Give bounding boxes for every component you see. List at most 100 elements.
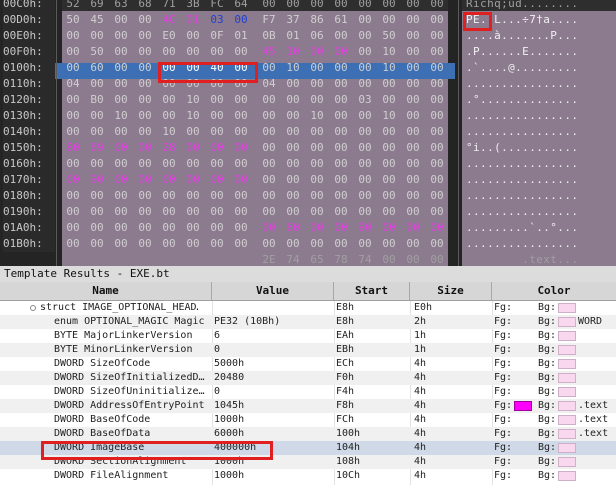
hex-byte[interactable]: 00 — [260, 156, 278, 172]
hex-byte[interactable]: 4C — [160, 12, 178, 28]
hex-byte[interactable]: 00 — [428, 44, 446, 60]
hex-byte[interactable]: 00 — [208, 140, 226, 156]
hex-byte[interactable]: 00 — [260, 172, 278, 188]
hex-byte[interactable]: 00 — [404, 28, 422, 44]
hex-row[interactable]: 00C0h: 52 69 63 68 71 3B FC 64 00 00 00 00 00 00 00 00 Ri… — [0, 0, 616, 12]
hex-row[interactable]: 01A0h: 00 00 00 00 00 00 00 00 00 60 00 00 B0 00 00 00..… — [0, 220, 616, 236]
hex-byte[interactable]: 2E — [260, 252, 278, 266]
hex-row[interactable]: 0190h: 00 00 00 00 00 00 00 00 00 00 00 00 00 00 00 00..… — [0, 204, 616, 220]
hex-byte[interactable]: 00 — [64, 188, 82, 204]
hex-byte[interactable]: 61 — [332, 12, 350, 28]
hex-byte[interactable]: 63 — [112, 0, 130, 12]
hex-byte[interactable]: 00 — [88, 188, 106, 204]
hex-byte[interactable]: 00 — [284, 76, 302, 92]
hex-byte[interactable]: 00 — [428, 108, 446, 124]
ascii-text[interactable]: ................ — [466, 124, 578, 140]
hex-byte[interactable]: 00 — [112, 12, 130, 28]
hex-byte[interactable]: 69 — [88, 0, 106, 12]
hex-byte[interactable]: 00 — [332, 220, 350, 236]
hex-byte[interactable]: 00 — [404, 188, 422, 204]
hex-byte[interactable]: 00 — [184, 28, 202, 44]
hex-byte[interactable]: 00 — [428, 140, 446, 156]
hex-byte[interactable]: 00 — [404, 236, 422, 252]
hex-byte[interactable]: 00 — [404, 172, 422, 188]
hex-byte[interactable]: 00 — [332, 28, 350, 44]
bg-color-swatch[interactable] — [558, 471, 576, 481]
hex-byte[interactable]: 00 — [356, 0, 374, 12]
hex-byte[interactable]: 00 — [284, 140, 302, 156]
hex-byte[interactable]: 00 — [208, 156, 226, 172]
template-row[interactable]: BYTE MinorLinkerVersion 0 EBh 1h Fg: Bg: — [0, 343, 616, 357]
bg-color-swatch[interactable] — [558, 429, 576, 439]
hex-byte[interactable]: 00 — [380, 0, 398, 12]
hex-byte[interactable]: 00 — [64, 44, 82, 60]
ascii-text[interactable]: ................ — [466, 76, 578, 92]
hex-byte[interactable]: 00 — [284, 124, 302, 140]
template-row[interactable]: DWORD AddressOfEntryPoint 1045h F8h 4h Fg: Bg… — [0, 399, 616, 413]
hex-byte[interactable]: 00 — [112, 124, 130, 140]
hex-byte[interactable]: 90 — [88, 172, 106, 188]
hex-row[interactable]: 0110h: 04 00 00 00 00 00 00 00 04 00 00 00 00 00 00 00..… — [0, 76, 616, 92]
hex-byte[interactable]: 0F — [208, 28, 226, 44]
template-row[interactable]: struct IMAGE_OPTIONAL_HEAD… E8h E0h Fg: Bg: — [0, 301, 616, 315]
hex-byte[interactable]: 00 — [112, 28, 130, 44]
hex-byte[interactable]: 00 — [380, 124, 398, 140]
hex-byte[interactable]: 00 — [308, 188, 326, 204]
hex-byte[interactable]: 00 — [356, 28, 374, 44]
hex-byte[interactable]: 10 — [160, 124, 178, 140]
column-value[interactable]: Value — [212, 282, 334, 300]
ascii-text[interactable]: ................ — [466, 204, 578, 220]
hex-byte[interactable]: 00 — [88, 220, 106, 236]
hex-byte[interactable]: 71 — [160, 0, 178, 12]
hex-row[interactable]: 00D0h: 50 45 00 00 4C 01 03 00 F7 37 86 61 00 00 00 00 PE… — [0, 12, 616, 28]
hex-byte[interactable] — [208, 252, 226, 266]
hex-byte[interactable]: 00 — [356, 44, 374, 60]
hex-byte[interactable]: 00 — [208, 236, 226, 252]
bg-color-swatch[interactable] — [558, 401, 576, 411]
hex-byte[interactable]: 00 — [160, 220, 178, 236]
template-row[interactable]: DWORD SizeOfInitializedD… 20480 F0h 4h Fg: Bg… — [0, 371, 616, 385]
hex-byte[interactable]: 00 — [428, 204, 446, 220]
hex-byte[interactable]: 00 — [308, 0, 326, 12]
hex-row[interactable]: 2E 74 65 78 74 00 00 00 .text... — [0, 252, 616, 266]
hex-byte[interactable]: 00 — [208, 44, 226, 60]
hex-byte[interactable]: 00 — [136, 76, 154, 92]
fg-color-swatch[interactable] — [514, 457, 532, 467]
hex-byte[interactable]: 00 — [160, 236, 178, 252]
hex-row[interactable]: 00E0h: 00 00 00 00 E0 00 0F 01 0B 01 06 00 00 50 00 00..… — [0, 28, 616, 44]
hex-byte[interactable]: 00 — [232, 44, 250, 60]
hex-byte[interactable] — [160, 252, 178, 266]
hex-byte[interactable]: 00 — [136, 60, 154, 76]
hex-byte[interactable]: 3B — [184, 0, 202, 12]
fg-color-swatch[interactable] — [514, 359, 532, 369]
hex-byte[interactable]: 00 — [428, 124, 446, 140]
hex-byte[interactable]: 00 — [88, 28, 106, 44]
hex-byte[interactable]: 00 — [136, 220, 154, 236]
hex-byte[interactable]: 10 — [380, 108, 398, 124]
hex-byte[interactable] — [88, 252, 106, 266]
hex-byte[interactable]: 00 — [184, 204, 202, 220]
hex-byte[interactable]: 00 — [308, 140, 326, 156]
hex-byte[interactable]: 04 — [64, 76, 82, 92]
fg-color-swatch[interactable] — [514, 471, 532, 481]
hex-byte[interactable]: 00 — [308, 220, 326, 236]
hex-row[interactable]: 0170h: 00 90 00 00 00 00 00 00 00 00 00 00 00 00 00 00..… — [0, 172, 616, 188]
hex-byte[interactable]: 00 — [404, 12, 422, 28]
hex-byte[interactable]: 00 — [136, 124, 154, 140]
hex-byte[interactable] — [112, 252, 130, 266]
hex-byte[interactable]: 64 — [232, 0, 250, 12]
hex-byte[interactable]: 00 — [208, 204, 226, 220]
hex-editor-view[interactable]: 00C0h: 52 69 63 68 71 3B FC 64 00 00 00 00 00 00 00 00 Ri… — [0, 0, 616, 266]
hex-byte[interactable]: 00 — [160, 188, 178, 204]
fg-color-swatch[interactable] — [514, 331, 532, 341]
bg-color-swatch[interactable] — [558, 415, 576, 425]
hex-byte[interactable]: 00 — [112, 188, 130, 204]
hex-byte[interactable]: 00 — [380, 76, 398, 92]
hex-byte[interactable]: 04 — [260, 76, 278, 92]
template-row[interactable]: DWORD FileAlignment 1000h 10Ch 4h Fg: Bg: — [0, 469, 616, 483]
hex-byte[interactable]: 00 — [160, 172, 178, 188]
hex-byte[interactable]: 00 — [232, 172, 250, 188]
ascii-text[interactable]: .°.............. — [466, 92, 578, 108]
hex-byte[interactable]: 00 — [160, 108, 178, 124]
hex-byte[interactable] — [64, 252, 82, 266]
